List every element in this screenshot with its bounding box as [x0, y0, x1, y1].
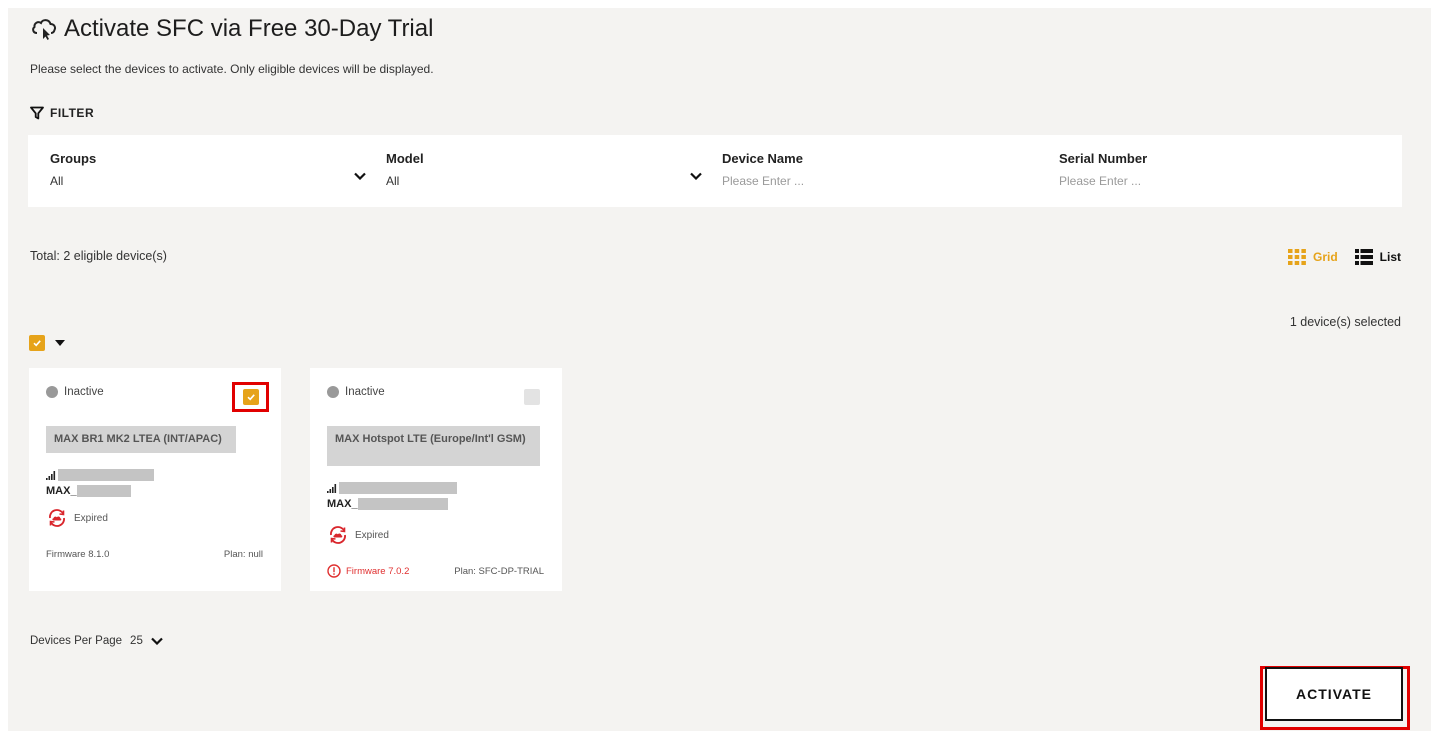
device-checkbox[interactable]	[524, 389, 540, 405]
firmware-warning: Firmware 7.0.2	[327, 564, 409, 578]
status-dot	[46, 386, 58, 398]
select-all-checkbox[interactable]	[29, 335, 45, 351]
pagination: Devices Per Page 25	[30, 635, 163, 647]
status-text: Inactive	[64, 386, 104, 398]
per-page-label: Devices Per Page	[30, 635, 123, 647]
firmware-version: Firmware 7.0.2	[346, 565, 410, 577]
device-name: MAX_	[46, 485, 131, 497]
filter-panel: Groups All Model All Device Name Please …	[28, 135, 1402, 207]
page-subtitle: Please select the devices to activate. O…	[30, 62, 434, 76]
device-model: MAX BR1 MK2 LTEA (INT/APAC)	[46, 426, 236, 453]
device-card[interactable]: Inactive MAX BR1 MK2 LTEA (INT/APAC) MAX…	[29, 368, 281, 591]
plan-label: Plan: SFC-DP-TRIAL	[454, 566, 544, 577]
list-view-label: List	[1379, 250, 1401, 264]
bulk-select	[29, 335, 65, 351]
device-checkbox[interactable]	[243, 389, 259, 405]
redacted-serial	[339, 482, 457, 494]
list-view-button[interactable]: List	[1354, 248, 1401, 266]
device-signal	[327, 482, 457, 494]
funnel-icon	[30, 106, 44, 120]
device-name-prefix: MAX_	[46, 485, 77, 497]
grid-view-label: Grid	[1312, 250, 1338, 264]
checkmark-icon	[33, 340, 41, 347]
device-signal	[46, 469, 154, 481]
filter-toggle[interactable]: FILTER	[30, 106, 94, 120]
plan-label: Plan: null	[223, 549, 263, 560]
redacted-name	[357, 498, 448, 510]
checkmark-icon	[247, 394, 255, 401]
cloud-sync-icon	[330, 526, 346, 544]
serial-number-input[interactable]: Please Enter ...	[1059, 174, 1359, 188]
device-name-prefix: MAX_	[327, 498, 358, 510]
signal-icon	[46, 470, 56, 480]
signal-icon	[327, 483, 337, 493]
groups-label: Groups	[50, 151, 97, 166]
model-label: Model	[386, 151, 424, 166]
caret-down-icon[interactable]	[55, 340, 65, 346]
cloud-sync-icon	[49, 509, 65, 527]
warning-circle-icon	[327, 564, 341, 578]
status-text: Inactive	[345, 386, 385, 398]
chevron-down-icon[interactable]	[354, 172, 366, 180]
activate-button[interactable]: ACTIVATE	[1265, 667, 1403, 721]
page-header: Activate SFC via Free 30-Day Trial	[30, 15, 433, 43]
redacted-serial	[58, 469, 154, 481]
device-status: Inactive	[46, 386, 104, 398]
model-select[interactable]: All	[386, 174, 686, 188]
device-name: MAX_	[327, 498, 448, 510]
device-name-filter[interactable]: Device Name Please Enter ...	[722, 151, 1022, 188]
view-toggle: Grid List	[1271, 248, 1401, 266]
main-panel: Activate SFC via Free 30-Day Trial Pleas…	[8, 8, 1431, 731]
model-filter[interactable]: Model All	[386, 151, 686, 188]
chevron-down-icon[interactable]	[151, 637, 163, 645]
device-name-label: Device Name	[722, 151, 803, 166]
page-title: Activate SFC via Free 30-Day Trial	[64, 15, 434, 42]
firmware-version: Firmware 8.1.0	[46, 549, 110, 560]
per-page-select[interactable]: 25	[130, 635, 143, 647]
redacted-name	[76, 485, 131, 497]
device-name-input[interactable]: Please Enter ...	[722, 174, 1022, 188]
filter-label: FILTER	[50, 106, 95, 120]
groups-filter[interactable]: Groups All	[50, 151, 380, 188]
status-dot	[327, 386, 339, 398]
device-status: Inactive	[327, 386, 385, 398]
subscription-status: Expired	[46, 507, 108, 529]
total-count: Total: 2 eligible device(s)	[30, 249, 167, 263]
grid-view-button[interactable]: Grid	[1287, 248, 1338, 266]
device-model: MAX Hotspot LTE (Europe/Int'l GSM)	[327, 426, 540, 466]
device-card[interactable]: Inactive MAX Hotspot LTE (Europe/Int'l G…	[310, 368, 562, 591]
subscription-text: Expired	[74, 512, 108, 524]
subscription-text: Expired	[355, 529, 389, 541]
list-icon	[1354, 249, 1373, 265]
chevron-down-icon[interactable]	[690, 172, 702, 180]
groups-select[interactable]: All	[50, 174, 380, 188]
subscription-status: Expired	[327, 524, 389, 546]
selected-count: 1 device(s) selected	[1289, 315, 1401, 329]
serial-number-filter[interactable]: Serial Number Please Enter ...	[1059, 151, 1359, 188]
cloud-activate-icon	[32, 19, 56, 40]
serial-number-label: Serial Number	[1059, 151, 1148, 166]
grid-icon	[1287, 249, 1306, 265]
